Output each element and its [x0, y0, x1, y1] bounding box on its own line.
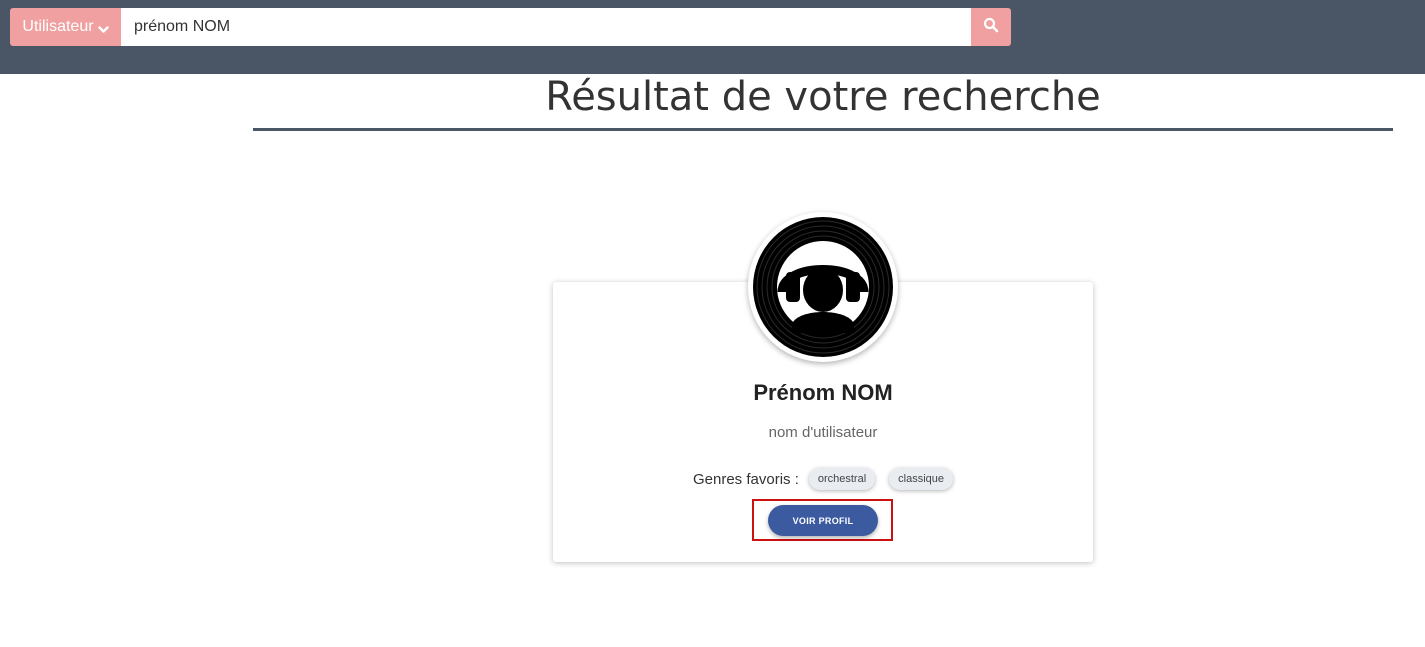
page-title: Résultat de votre recherche: [545, 74, 1101, 120]
vinyl-headphones-icon: [748, 215, 898, 366]
genre-chip[interactable]: orchestral: [808, 468, 876, 490]
top-navbar: Utilisateur: [0, 0, 1425, 74]
search-bar: Utilisateur: [10, 8, 1011, 46]
title-divider: [253, 128, 1393, 131]
user-full-name: Prénom NOM: [753, 380, 893, 405]
search-type-dropdown[interactable]: Utilisateur: [10, 8, 121, 46]
genre-chip[interactable]: classique: [889, 468, 954, 490]
favorite-genres: Genres favoris : orchestral classique: [553, 468, 1093, 490]
chevron-down-icon: [97, 22, 109, 33]
search-type-label: Utilisateur: [22, 18, 94, 35]
view-profile-button[interactable]: VOIR PROFIL: [768, 505, 878, 536]
search-input[interactable]: [121, 8, 971, 46]
username: nom d'utilisateur: [768, 424, 878, 441]
search-button[interactable]: [971, 8, 1011, 46]
genres-label: Genres favoris :: [692, 470, 799, 488]
search-icon: [983, 17, 999, 38]
avatar[interactable]: [748, 212, 898, 362]
